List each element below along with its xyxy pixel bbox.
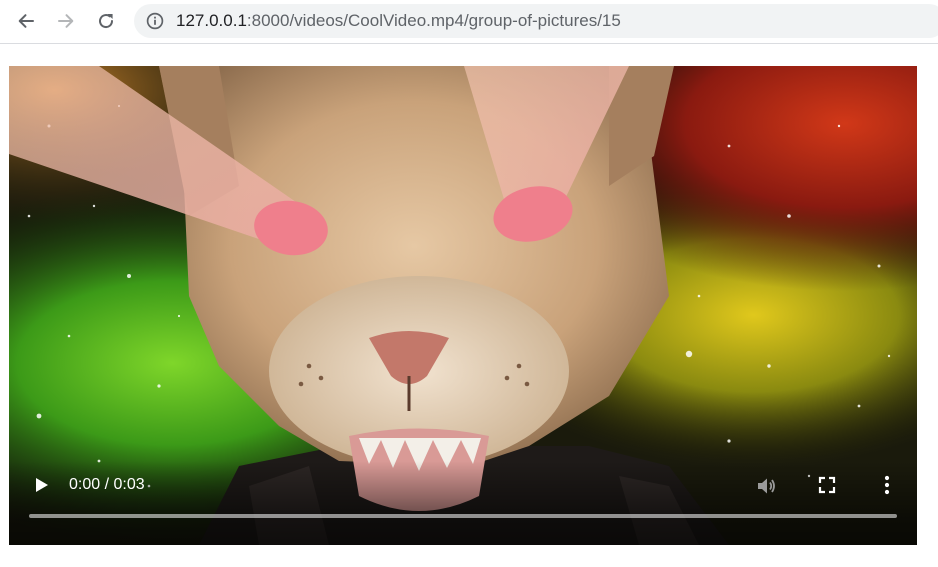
play-icon[interactable]: [31, 475, 51, 495]
forward-button[interactable]: [50, 5, 82, 37]
info-icon[interactable]: [146, 12, 164, 30]
time-display: 0:00 / 0:03: [69, 474, 145, 496]
video-player[interactable]: 0:00 / 0:03: [9, 66, 917, 545]
reload-button[interactable]: [90, 5, 122, 37]
progress-bar[interactable]: [29, 514, 897, 518]
time-separator: /: [100, 476, 114, 493]
duration: 0:03: [113, 476, 145, 493]
current-time: 0:00: [69, 476, 101, 493]
volume-icon[interactable]: [755, 475, 777, 497]
back-button[interactable]: [10, 5, 42, 37]
url-text[interactable]: 127.0.0.1:8000/videos/CoolVideo.mp4/grou…: [176, 4, 621, 38]
arrow-right-icon: [58, 14, 74, 28]
url-host: 127.0.0.1: [176, 11, 247, 30]
url-path: :8000/videos/CoolVideo.mp4/group-of-pict…: [246, 11, 621, 30]
video-controls: 0:00 / 0:03: [9, 461, 917, 545]
address-bar[interactable]: 127.0.0.1:8000/videos/CoolVideo.mp4/grou…: [134, 4, 938, 38]
browser-toolbar: 127.0.0.1:8000/videos/CoolVideo.mp4/grou…: [0, 0, 938, 44]
fullscreen-icon[interactable]: [817, 475, 837, 495]
reload-icon: [99, 14, 114, 29]
more-vertical-icon[interactable]: [878, 474, 896, 496]
arrow-left-icon: [18, 14, 34, 28]
